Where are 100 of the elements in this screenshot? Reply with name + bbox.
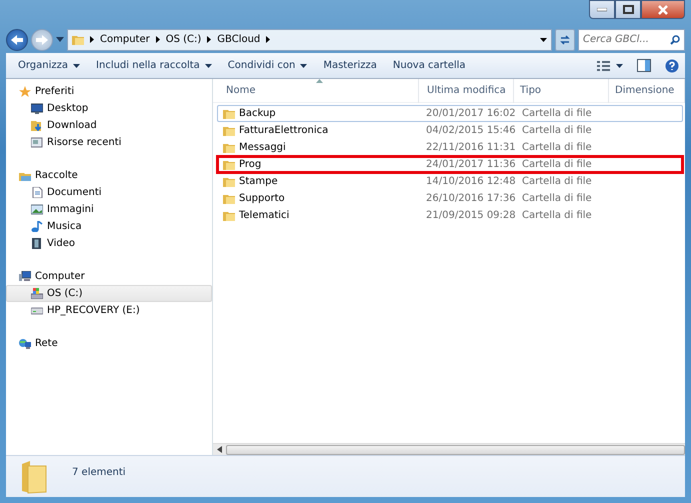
table-cell-text: 20/01/2017 16:02: [425, 107, 516, 121]
chevron-icon: [156, 36, 160, 43]
library-icon: [19, 170, 31, 181]
table-cell-text: 26/10/2016 17:36: [425, 192, 516, 206]
toolbar-button[interactable]: Condividi con: [222, 56, 314, 75]
chevron-icon: [90, 36, 94, 43]
table-cell-text: 04/02/2015 15:46: [425, 124, 516, 138]
folder-icon: [223, 142, 235, 153]
file-name: Telematici: [239, 209, 290, 223]
sidebar-item[interactable]: Risorse recenti: [6, 134, 212, 151]
column-header[interactable]: Dimensione: [609, 78, 685, 102]
breadcrumb-item[interactable]: Computer: [100, 32, 150, 47]
toolbar-button[interactable]: Includi nella raccolta: [90, 56, 218, 75]
back-button[interactable]: [6, 28, 28, 50]
toolbar-button[interactable]: Nuova cartella: [386, 56, 472, 75]
network-icon: [19, 338, 31, 349]
desktop-icon: [31, 103, 43, 114]
file-name: Backup: [239, 107, 276, 121]
caret-icon[interactable]: [56, 37, 64, 42]
sidebar-item[interactable]: Rete: [6, 335, 212, 352]
breadcrumb-item[interactable]: OS (C:): [166, 32, 202, 47]
scrollbar-thumb[interactable]: [226, 444, 685, 454]
table-cell-text: 21/09/2015 09:28: [425, 209, 516, 223]
file-row[interactable]: FatturaElettronica 04/02/2015 15:46 Cartella di file: [217, 122, 683, 139]
table-cell-text: Cartella di file: [521, 192, 593, 206]
music-note-icon: [31, 221, 43, 232]
file-row[interactable]: Stampe 14/10/2016 12:48 Cartella di file: [217, 173, 683, 190]
table-cell-text: Cartella di file: [521, 107, 593, 121]
file-row[interactable]: Messaggi 22/11/2016 11:31 Cartella di file: [217, 139, 683, 156]
sidebar-item[interactable]: Immagini: [6, 201, 212, 218]
help-icon: [665, 58, 679, 72]
refresh-button[interactable]: [555, 28, 575, 50]
refresh-icon: [559, 34, 571, 46]
file-name: FatturaElettronica: [239, 124, 328, 138]
view-options-icon: [597, 60, 623, 72]
folder-icon: [223, 125, 235, 136]
table-cell-text: 14/10/2016 12:48: [425, 175, 516, 189]
file-row[interactable]: Backup 20/01/2017 16:02 Cartella di file: [217, 105, 683, 122]
file-name: Prog: [239, 158, 262, 172]
chevron-icon: [266, 36, 270, 43]
document-icon: [31, 187, 43, 198]
table-cell-text: Cartella di file: [521, 158, 593, 172]
recent-places-icon: [31, 137, 43, 148]
close-button[interactable]: [641, 0, 685, 19]
toolbar-button[interactable]: Masterizza: [317, 56, 383, 75]
table-cell-text: Cartella di file: [521, 124, 593, 138]
toolbar-button[interactable]: Organizza: [12, 56, 86, 75]
computer-icon: [19, 271, 31, 282]
table-cell-text: Cartella di file: [521, 209, 593, 223]
table-cell-text: Cartella di file: [521, 141, 593, 155]
forward-arrow-icon: [35, 34, 49, 46]
sidebar-item[interactable]: HP_RECOVERY (E:): [6, 302, 212, 319]
scroll-left-icon[interactable]: [217, 446, 222, 453]
column-header[interactable]: Ultima modifica: [419, 78, 514, 102]
table-cell-text: 24/01/2017 11:36: [425, 158, 516, 172]
table-cell-text: Cartella di file: [521, 175, 593, 189]
chevron-icon: [207, 36, 212, 43]
folder-icon: [223, 176, 235, 187]
minimize-icon: [597, 8, 607, 12]
address-bar[interactable]: Computer OS (C:) GBCloud: [67, 28, 552, 50]
sidebar-item[interactable]: Download: [6, 117, 212, 134]
file-row[interactable]: Telematici 21/09/2015 09:28 Cartella di file: [217, 207, 683, 224]
column-header[interactable]: Nome: [213, 78, 419, 102]
close-icon: [657, 4, 669, 14]
picture-icon: [31, 204, 43, 215]
dropdown-icon: [540, 38, 547, 42]
file-row[interactable]: Supporto 26/10/2016 17:36 Cartella di file: [217, 190, 683, 207]
search-field[interactable]: Cerca GBCl...: [578, 28, 685, 50]
sidebar-item[interactable]: Desktop: [6, 100, 212, 117]
drive-icon: [31, 288, 43, 299]
folder-icon: [223, 108, 235, 119]
file-name: Supporto: [239, 192, 285, 206]
file-name: Stampe: [239, 175, 278, 189]
breadcrumb-item[interactable]: GBCloud: [217, 32, 260, 47]
preview-pane-icon: [637, 59, 651, 72]
folder-icon: [223, 193, 235, 204]
folder-icon: [72, 34, 84, 45]
sidebar-item[interactable]: Raccolte: [6, 167, 212, 184]
file-row[interactable]: Prog 24/01/2017 11:36 Cartella di file: [217, 156, 683, 173]
table-cell-text: 22/11/2016 11:31: [425, 141, 516, 155]
minimize-button[interactable]: [589, 0, 615, 19]
folder-icon: [223, 159, 235, 170]
maximize-icon: [622, 5, 634, 14]
sidebar-item[interactable]: Video: [6, 235, 212, 252]
column-header[interactable]: Tipo: [514, 78, 609, 102]
download-icon: [31, 120, 43, 131]
star-icon: [19, 86, 31, 97]
drive-icon: [31, 305, 43, 316]
search-icon: [670, 34, 680, 44]
sort-arrow-icon: [316, 78, 322, 82]
maximize-button[interactable]: [615, 0, 641, 19]
item-count: 7 elementi: [72, 466, 126, 480]
sidebar-item[interactable]: Musica: [6, 218, 212, 235]
sidebar-item[interactable]: Documenti: [6, 184, 212, 201]
sidebar-item[interactable]: Computer: [6, 268, 212, 285]
sidebar-item[interactable]: Preferiti: [6, 83, 212, 100]
back-arrow-icon: [10, 34, 24, 46]
folder-icon: [223, 210, 235, 221]
sidebar-item[interactable]: OS (C:): [6, 285, 212, 302]
file-name: Messaggi: [239, 141, 286, 155]
